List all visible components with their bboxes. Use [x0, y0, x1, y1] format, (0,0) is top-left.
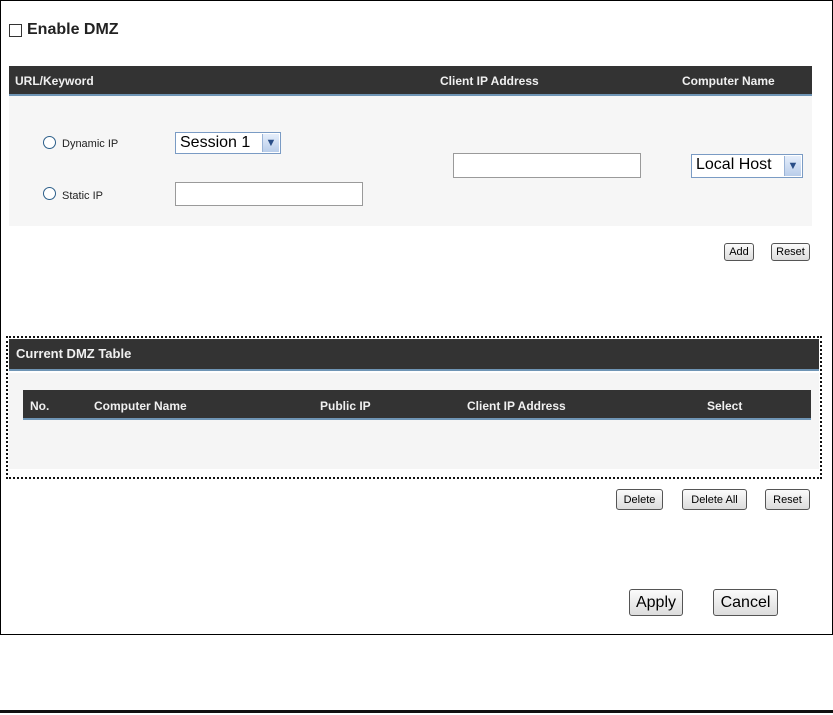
enable-dmz-row[interactable]: Enable DMZ — [9, 21, 119, 39]
cancel-button[interactable]: Cancel — [713, 589, 778, 616]
static-ip-label: Static IP — [62, 190, 103, 202]
dmz-table-header: No. Computer Name Public IP Client IP Ad… — [23, 390, 811, 420]
col-client-ip: Client IP Address — [467, 399, 566, 413]
col-select: Select — [707, 399, 743, 413]
col-no: No. — [30, 399, 50, 413]
computer-name-select-value: Local Host — [696, 156, 772, 173]
chevron-down-icon[interactable]: ▼ — [262, 134, 279, 152]
dmz-settings-frame: Enable DMZ URL/Keyword Client IP Address… — [0, 0, 833, 635]
client-ip-input[interactable] — [453, 153, 641, 178]
col-computer-name: Computer Name — [94, 399, 187, 413]
page-divider — [0, 710, 833, 713]
computer-name-header: Computer Name — [682, 74, 775, 88]
reset-table-button[interactable]: Reset — [765, 489, 810, 510]
dynamic-ip-label: Dynamic IP — [62, 138, 119, 150]
dmz-table-title-bar: Current DMZ Table — [9, 339, 819, 371]
static-ip-radio[interactable] — [43, 187, 56, 200]
dmz-table-title: Current DMZ Table — [16, 346, 132, 361]
reset-entry-button[interactable]: Reset — [771, 243, 810, 261]
entry-panel: Dynamic IP Session 1 ▼ Static IP Local H… — [9, 96, 812, 226]
static-ip-input[interactable] — [175, 182, 363, 206]
client-ip-header: Client IP Address — [440, 74, 539, 88]
apply-button[interactable]: Apply — [629, 589, 683, 616]
chevron-down-icon[interactable]: ▼ — [784, 156, 801, 176]
delete-all-button[interactable]: Delete All — [682, 489, 747, 510]
entry-header-bar: URL/Keyword Client IP Address Computer N… — [9, 66, 812, 96]
enable-dmz-label: Enable DMZ — [27, 21, 119, 38]
dmz-table-body — [9, 373, 819, 469]
dynamic-ip-radio[interactable] — [43, 136, 56, 149]
session-select[interactable]: Session 1 ▼ — [175, 132, 281, 154]
computer-name-select[interactable]: Local Host ▼ — [691, 154, 803, 178]
delete-button[interactable]: Delete — [616, 489, 663, 510]
col-public-ip: Public IP — [320, 399, 371, 413]
session-select-value: Session 1 — [180, 134, 251, 151]
add-button[interactable]: Add — [724, 243, 754, 261]
enable-dmz-checkbox[interactable] — [9, 23, 22, 37]
url-keyword-header: URL/Keyword — [15, 74, 94, 88]
